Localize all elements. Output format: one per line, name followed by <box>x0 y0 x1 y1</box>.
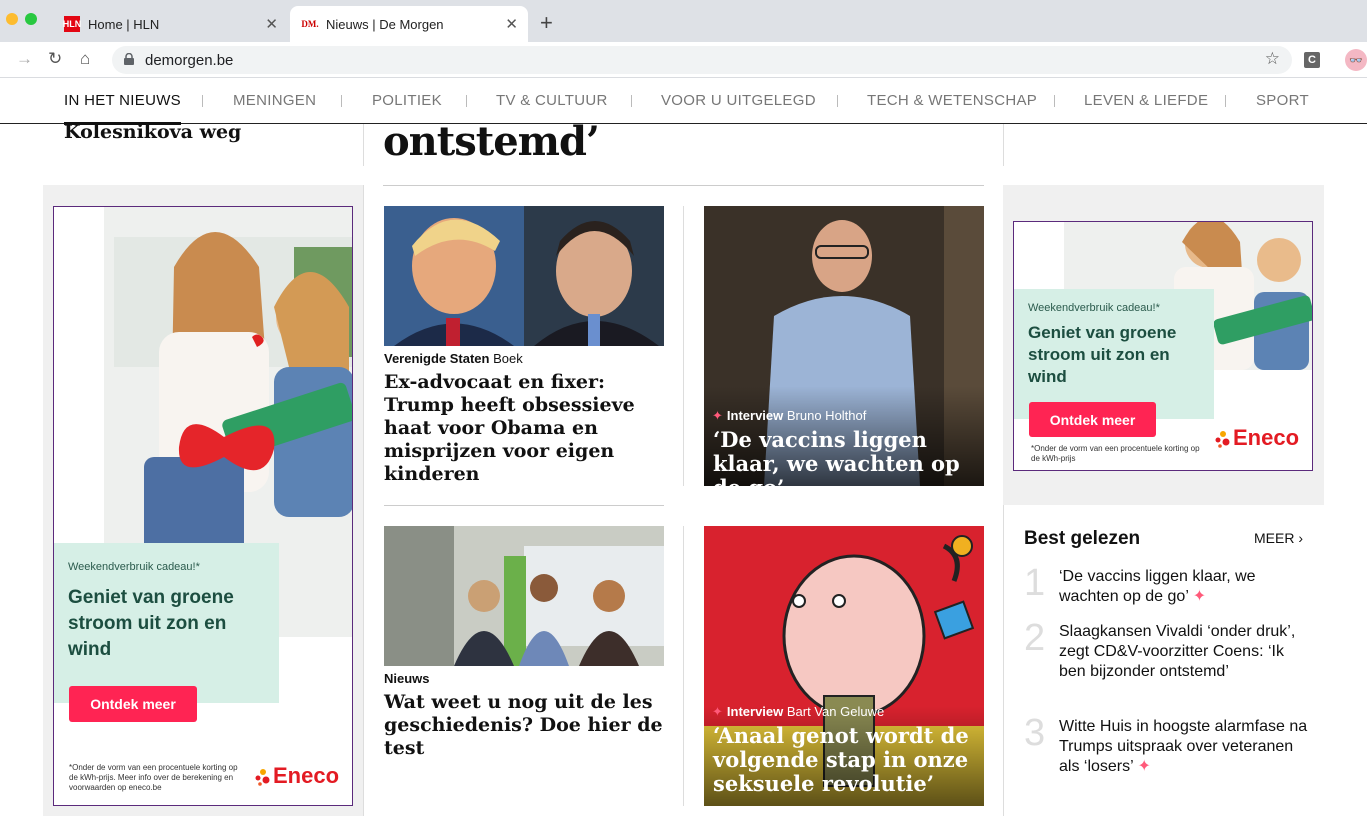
ad-small-text: Weekendverbruik cadeau!* <box>68 561 200 573</box>
spark-icon: ✦ <box>712 704 723 719</box>
partial-headline-left[interactable]: Kolesnikova weg <box>64 121 241 143</box>
most-read-item-1[interactable]: ‘De vaccins liggen klaar, we wachten op … <box>1059 567 1309 607</box>
divider <box>363 124 364 166</box>
ad-disclaimer: *Onder de vorm van een procentuele korti… <box>1031 444 1200 463</box>
spark-icon: ✦ <box>1192 588 1207 605</box>
nav-separator <box>837 95 838 107</box>
ad-cta-button[interactable]: Ontdek meer <box>1029 402 1156 437</box>
most-read-item-2[interactable]: Slaagkansen Vivaldi ‘onder druk’, zegt C… <box>1059 622 1309 682</box>
divider <box>1003 124 1004 166</box>
article-title[interactable]: Ex-advocaat en fixer: Trump heeft obsess… <box>384 371 664 486</box>
extension-icon[interactable]: C <box>1304 52 1320 68</box>
nav-separator <box>466 95 467 107</box>
ad-promo-box: Weekendverbruik cadeau!* Geniet van groe… <box>1014 289 1214 419</box>
article-kicker: ✦ Interview Bart Van Geluwe <box>712 704 885 719</box>
new-tab-icon[interactable]: + <box>540 10 553 36</box>
reload-icon[interactable]: ↻ <box>48 49 62 69</box>
divider <box>363 185 364 816</box>
forward-arrow-icon[interactable]: → <box>16 49 33 69</box>
nav-item-politiek[interactable]: POLITIEK <box>372 92 442 109</box>
ad-headline: Geniet van groene stroom uit zon en wind <box>1028 323 1177 386</box>
rank-number: 1 <box>1024 562 1046 604</box>
eneco-dots-icon <box>255 769 270 786</box>
article-kicker: Verenigde Staten Boek <box>384 351 523 366</box>
nav-separator <box>341 95 342 107</box>
eneco-dots-icon <box>1215 431 1230 448</box>
eneco-ad-left[interactable]: Weekendverbruik cadeau!* Geniet van groe… <box>53 206 353 806</box>
eneco-logo: Eneco <box>254 763 339 789</box>
close-tab-icon[interactable]: ✕ <box>505 15 518 33</box>
close-tab-icon[interactable]: ✕ <box>265 15 278 33</box>
rank-number: 2 <box>1024 617 1046 659</box>
spark-icon: ✦ <box>712 408 723 423</box>
nav-item-sport[interactable]: SPORT <box>1256 92 1309 109</box>
divider <box>384 505 664 506</box>
address-bar[interactable]: demorgen.be ☆ <box>112 46 1292 74</box>
minimize-window-button[interactable] <box>6 13 18 25</box>
divider <box>683 526 684 806</box>
nav-item-tv-cultuur[interactable]: TV & CULTUUR <box>496 92 608 109</box>
best-gelezen-heading: Best gelezen <box>1024 528 1141 549</box>
ad-headline: Geniet van groene stroom uit zon en wind <box>68 587 234 660</box>
browser-toolbar: → ↻ ⌂ demorgen.be ☆ C 👓 <box>0 42 1367 78</box>
article-title[interactable]: Wat weet u nog uit de les geschiedenis? … <box>384 691 664 760</box>
nav-item-in-het-nieuws[interactable]: IN HET NIEUWS <box>64 92 181 125</box>
spark-icon: ✦ <box>1137 758 1151 775</box>
nav-item-leven-liefde[interactable]: LEVEN & LIEFDE <box>1084 92 1208 109</box>
nav-separator <box>1054 95 1055 107</box>
article-image-school[interactable] <box>384 526 664 666</box>
hln-favicon-icon: HLN <box>63 16 81 32</box>
article-kicker: ✦ Interview Bruno Holthof <box>712 408 867 423</box>
article-kicker: Nieuws <box>384 671 430 686</box>
nav-separator <box>1225 95 1226 107</box>
article-image-trump[interactable] <box>384 206 664 346</box>
divider <box>383 185 984 186</box>
article-title[interactable]: ‘Anaal genot wordt de volgende stap in o… <box>713 724 975 796</box>
ad-promo-box: Weekendverbruik cadeau!* Geniet van groe… <box>54 543 279 703</box>
chevron-right-icon: › <box>1298 530 1304 546</box>
nav-separator <box>202 95 203 107</box>
tab-label: Home | HLN <box>88 16 160 32</box>
tab-demorgen[interactable]: DM. Nieuws | De Morgen ✕ <box>290 6 528 42</box>
demorgen-favicon-icon: DM. <box>301 19 319 29</box>
tab-label: Nieuws | De Morgen <box>326 16 444 32</box>
nav-item-tech-wetenschap[interactable]: TECH & WETENSCHAP <box>867 92 1037 109</box>
browser-tab-bar: HLN Home | HLN ✕ DM. Nieuws | De Morgen … <box>0 0 1367 42</box>
rank-number: 3 <box>1024 712 1046 754</box>
site-navigation: IN HET NIEUWS MENINGEN POLITIEK TV & CUL… <box>0 78 1367 125</box>
nav-item-meningen[interactable]: MENINGEN <box>233 92 316 109</box>
home-icon[interactable]: ⌂ <box>80 49 90 69</box>
url-text: demorgen.be <box>145 52 234 69</box>
nav-separator <box>631 95 632 107</box>
eneco-logo: Eneco <box>1214 425 1299 451</box>
ad-small-text: Weekendverbruik cadeau!* <box>1028 302 1160 314</box>
ad-cta-button[interactable]: Ontdek meer <box>69 686 197 722</box>
more-link[interactable]: MEER › <box>1254 530 1303 546</box>
most-read-item-3[interactable]: Witte Huis in hoogste alarmfase na Trump… <box>1059 717 1309 777</box>
ad-disclaimer: *Onder de vorm van een procentuele korti… <box>69 763 238 792</box>
article-title[interactable]: ‘De vaccins liggen klaar, we wachten op … <box>713 428 975 500</box>
eneco-ad-right[interactable]: Weekendverbruik cadeau!* Geniet van groe… <box>1013 221 1313 471</box>
bookmark-star-icon[interactable]: ☆ <box>1265 49 1280 69</box>
profile-avatar[interactable]: 👓 <box>1345 49 1367 71</box>
maximize-window-button[interactable] <box>25 13 37 25</box>
divider <box>683 206 684 486</box>
lock-icon <box>124 53 134 65</box>
nav-item-voor-u-uitgelegd[interactable]: VOOR U UITGELEGD <box>661 92 816 109</box>
partial-headline-main[interactable]: ontstemd’ <box>383 118 600 165</box>
tab-hln[interactable]: HLN Home | HLN ✕ <box>52 6 288 42</box>
